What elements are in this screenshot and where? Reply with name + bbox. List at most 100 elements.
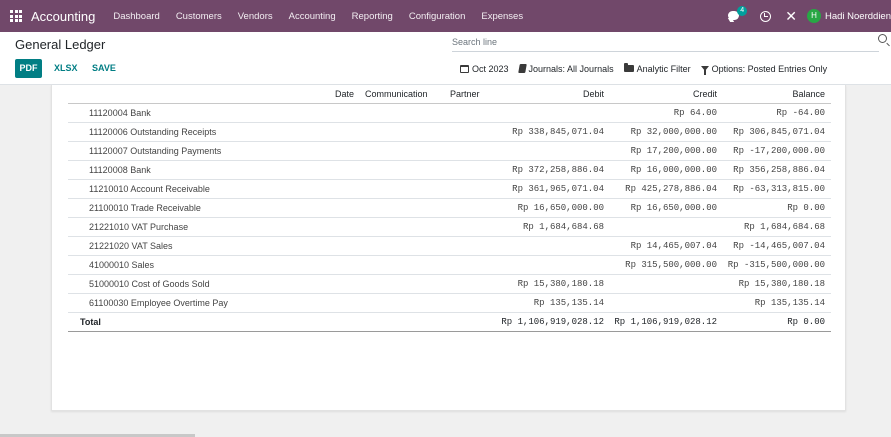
page-title: General Ledger: [15, 37, 106, 52]
total-row: Total Rp 1,106,919,028.12 Rp 1,106,919,0…: [68, 312, 831, 332]
row-debit: [492, 141, 608, 161]
row-partner: [440, 141, 492, 161]
account-name[interactable]: 11210010 Account Receivable: [68, 179, 326, 199]
options-filter[interactable]: Options: Posted Entries Only: [700, 63, 828, 75]
balance-column-header: Balance: [721, 85, 831, 104]
date-column-header: Date: [326, 85, 362, 104]
account-row[interactable]: 21100010 Trade Receivable Rp 16,650,000.0…: [68, 198, 831, 218]
menu-reporting[interactable]: Reporting: [344, 11, 401, 22]
messaging-button[interactable]: 4: [726, 0, 750, 32]
row-communication: [362, 103, 440, 123]
account-row[interactable]: 11120007 Outstanding Payments Rp 17,200,0…: [68, 141, 831, 161]
account-name[interactable]: 21221010 VAT Purchase: [68, 217, 326, 237]
row-credit: Rp 425,278,886.04: [608, 179, 721, 199]
account-row[interactable]: 21221020 VAT Sales Rp 14,465,007.04 Rp -14…: [68, 236, 831, 256]
top-navbar: Accounting Dashboard Customers Vendors A…: [0, 0, 891, 32]
account-name[interactable]: 11120007 Outstanding Payments: [68, 141, 326, 161]
account-row[interactable]: 61100030 Employee Overtime Pay Rp 135,135…: [68, 293, 831, 313]
book-icon: [517, 64, 527, 73]
search-input[interactable]: [452, 34, 852, 50]
row-date: [326, 274, 362, 294]
navbar-systray: 4 ✕ H Hadi Noerddien: [726, 0, 891, 32]
account-row[interactable]: 11120008 Bank Rp 372,258,886.04 Rp 16,000,…: [68, 160, 831, 180]
row-credit: [608, 293, 721, 313]
row-date: [326, 122, 362, 142]
total-label: Total: [68, 312, 326, 332]
total-balance: Rp 0.00: [721, 312, 831, 332]
row-debit: Rp 338,845,071.04: [492, 122, 608, 142]
xlsx-button[interactable]: XLSX: [54, 59, 78, 78]
debit-column-header: Debit: [492, 85, 608, 104]
account-row[interactable]: 11120004 Bank Rp 64.00 Rp -64.00: [68, 103, 831, 123]
menu-dashboard[interactable]: Dashboard: [105, 11, 167, 22]
options-filter-label: Options: Posted Entries Only: [711, 63, 828, 74]
general-ledger-table: Date Communication Partner Debit Credit …: [68, 85, 831, 332]
row-balance: Rp 0.00: [721, 198, 831, 218]
row-credit: Rp 14,465,007.04: [608, 236, 721, 256]
row-balance: Rp -64.00: [721, 103, 831, 123]
menu-vendors[interactable]: Vendors: [230, 11, 281, 22]
menu-accounting[interactable]: Accounting: [281, 11, 344, 22]
account-row[interactable]: 11120006 Outstanding Receipts Rp 338,845,…: [68, 122, 831, 142]
row-date: [326, 198, 362, 218]
account-row[interactable]: 41000010 Sales Rp 315,500,000.00 Rp -315,5…: [68, 255, 831, 275]
search-icon[interactable]: [878, 34, 887, 43]
account-name[interactable]: 11120006 Outstanding Receipts: [68, 122, 326, 142]
report-sheet: Date Communication Partner Debit Credit …: [51, 85, 846, 411]
control-panel: General Ledger PDF XLSX SAVE Oct 2023 Jo…: [0, 32, 891, 85]
account-row[interactable]: 21221010 VAT Purchase Rp 1,684,684.68 Rp 1…: [68, 217, 831, 237]
menu-configuration[interactable]: Configuration: [401, 11, 474, 22]
row-date: [326, 160, 362, 180]
account-name[interactable]: 41000010 Sales: [68, 255, 326, 275]
account-row[interactable]: 11210010 Account Receivable Rp 361,965,07…: [68, 179, 831, 199]
message-count-badge: 4: [737, 6, 748, 16]
analytic-filter-label: Analytic Filter: [636, 63, 691, 74]
user-avatar[interactable]: H: [806, 9, 821, 23]
apps-menu-icon[interactable]: [10, 10, 22, 22]
row-balance: Rp 15,380,180.18: [721, 274, 831, 294]
menu-customers[interactable]: Customers: [168, 11, 230, 22]
row-balance: Rp 1,684,684.68: [721, 217, 831, 237]
row-partner: [440, 255, 492, 275]
row-credit: Rp 16,650,000.00: [608, 198, 721, 218]
row-communication: [362, 141, 440, 161]
account-name[interactable]: 11120004 Bank: [68, 103, 326, 123]
search-bar: [452, 34, 887, 52]
journals-filter-label: Journals: All Journals: [528, 63, 614, 74]
menu-expenses[interactable]: Expenses: [473, 11, 531, 22]
user-name[interactable]: Hadi Noerddien: [825, 11, 891, 22]
row-date: [326, 179, 362, 199]
row-communication: [362, 122, 440, 142]
row-partner: [440, 274, 492, 294]
report-filters: Oct 2023 Journals: All Journals Analytic…: [460, 59, 837, 78]
save-button[interactable]: SAVE: [92, 59, 116, 78]
row-date: [326, 293, 362, 313]
app-brand[interactable]: Accounting: [31, 9, 95, 24]
row-partner: [440, 198, 492, 218]
date-filter[interactable]: Oct 2023: [460, 64, 509, 74]
pdf-button[interactable]: PDF: [15, 59, 42, 78]
journals-filter[interactable]: Journals: All Journals: [517, 63, 614, 74]
account-name[interactable]: 61100030 Employee Overtime Pay: [68, 293, 326, 313]
row-balance: Rp 135,135.14: [721, 293, 831, 313]
row-debit: Rp 1,684,684.68: [492, 217, 608, 237]
row-debit: Rp 372,258,886.04: [492, 160, 608, 180]
communication-column-header: Communication: [362, 85, 440, 104]
report-content: Date Communication Partner Debit Credit …: [0, 85, 891, 437]
account-row[interactable]: 51000010 Cost of Goods Sold Rp 15,380,180…: [68, 274, 831, 294]
folder-icon: [623, 63, 634, 72]
row-communication: [362, 160, 440, 180]
row-balance: Rp -315,500,000.00: [721, 255, 831, 275]
debug-tools-icon[interactable]: ✕: [785, 8, 797, 25]
account-name[interactable]: 21100010 Trade Receivable: [68, 198, 326, 218]
filter-icon: [700, 66, 709, 75]
account-name[interactable]: 51000010 Cost of Goods Sold: [68, 274, 326, 294]
account-name[interactable]: 11120008 Bank: [68, 160, 326, 180]
row-communication: [362, 198, 440, 218]
account-name[interactable]: 21221020 VAT Sales: [68, 236, 326, 256]
row-partner: [440, 122, 492, 142]
activity-clock-icon[interactable]: [760, 10, 772, 22]
row-communication: [362, 255, 440, 275]
analytic-filter[interactable]: Analytic Filter: [623, 63, 691, 74]
row-credit: [608, 274, 721, 294]
